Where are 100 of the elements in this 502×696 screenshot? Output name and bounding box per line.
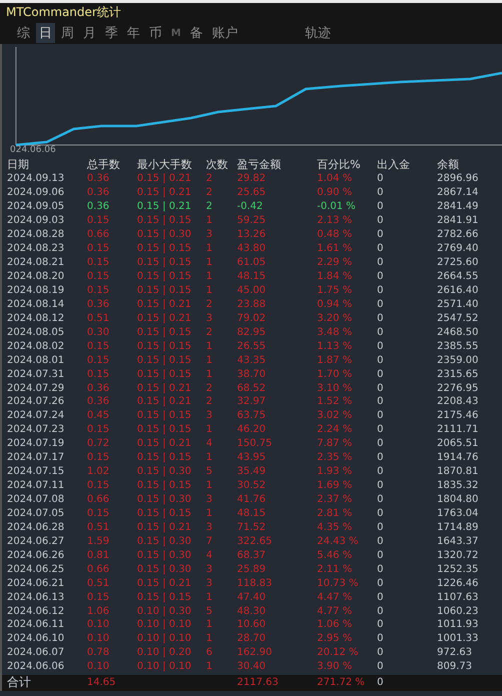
deposit-cell-text: 0 [377,354,384,367]
tab[interactable]: 季 [102,23,121,43]
date-cell-text: 2024.06.21 [7,576,66,590]
date-cell-text: 2024.06.06 [7,660,66,674]
lots-cell-text: 0.66 [87,493,110,506]
profit-cell-text: 41.76 [237,493,267,506]
lot-range-cell-text: 0.15 | 0.21 [137,437,192,450]
percent-cell-text: -0.01 % [317,200,357,214]
date-cell-text: 2024.06.10 [7,632,66,646]
lots-cell-text: 0.15 [87,284,110,297]
balance-cell-text: 1252.35 [437,562,480,576]
lots-cell-text: 0.15 [87,368,110,381]
column-header: 余额 [437,158,460,170]
percent-cell-text: 1.06 % [317,618,353,632]
percent-cell-text: 2.29 % [317,256,353,270]
deposit-cell-text: 0 [377,660,384,674]
lot-range-cell-text: 0.15 | 0.21 [137,186,192,200]
lots-cell-text: 0.36 [87,172,110,186]
deposit-cell-text: 0 [377,632,384,646]
date-cell-text: 2024.06.28 [7,520,66,534]
deposit-cell-text: 0 [377,270,384,284]
deposit-cell-text: 0 [377,437,384,450]
deposit-cell-text: 0 [377,520,384,534]
balance-cell-text: 1060.23 [437,604,480,618]
balance-cell-text: 1226.46 [437,576,480,590]
percent-cell-text: 2.11 % [317,562,353,576]
lot-range-cell-text: 0.15 | 0.15 [137,368,192,381]
percent-cell-text: 3.48 % [317,326,353,339]
balance-cell-text: 2571.40 [437,298,480,311]
lots-cell-text: 1.02 [87,465,110,478]
lots-cell-text: 0.15 [87,590,110,604]
tab[interactable]: 日 [36,23,55,43]
date-cell-text: 2024.08.14 [7,298,66,311]
tab[interactable]: 币 [146,23,165,43]
date-cell-text: 2024.07.31 [7,368,66,381]
deposit-cell-text: 0 [377,534,384,548]
profit-cell-text: 25.65 [237,186,267,200]
count-cell-text: 4 [206,548,214,562]
profit-cell-text: 43.35 [237,354,267,367]
tab[interactable]: 综 [14,23,33,43]
deposit-cell-text: 0 [377,172,384,186]
percent-cell-text: 1.75 % [317,284,353,297]
deposit-cell-text: 0 [377,604,384,618]
lot-range-cell-text: 0.15 | 0.30 [137,465,192,478]
date-cell-text: 2024.06.26 [7,548,66,562]
profit-cell-text: 322.65 [237,534,273,548]
date-cell-text: 2024.08.28 [7,228,66,242]
deposit-cell-text: 0 [377,242,384,256]
column-header: 盈亏金额 [237,158,282,170]
count-cell-text: 3 [206,562,214,576]
profit-cell-text: 43.95 [237,451,267,464]
tab[interactable]: 备 [186,23,206,43]
lot-range-cell-text: 0.15 | 0.15 [137,284,192,297]
lots-cell-text: 0.15 [87,423,110,436]
balance-cell-text: 2841.49 [437,200,480,214]
date-cell-text: 2024.09.13 [7,172,66,186]
percent-cell-text: 3.20 % [317,312,353,325]
lots-cell-text: 0.15 [87,340,110,353]
lots-cell-text: 0.81 [87,548,110,562]
profit-cell-text: 59.25 [237,214,267,228]
tab[interactable]: 轨迹 [302,23,334,43]
date-cell-text: 2024.07.08 [7,493,66,506]
count-cell-text: 6 [206,646,214,660]
count-cell-text: 5 [206,465,214,478]
lots-cell-text: 0.66 [87,228,110,242]
tab[interactable]: 年 [124,23,143,43]
percent-cell-text: 2.35 % [317,451,353,464]
tab[interactable]: 账户 [208,23,241,43]
date-cell-text: 2024.06.27 [7,534,66,548]
deposit-cell-text: 0 [377,676,384,690]
deposit-cell-text: 0 [377,312,384,325]
axis-label: 024.06.06 [10,145,56,155]
deposit-cell-text: 0 [377,228,384,242]
count-cell-text: 3 [206,576,214,590]
date-cell-text: 2024.08.01 [7,354,66,367]
balance-cell-text: 1914.76 [437,451,480,464]
count-cell-text: 3 [206,228,214,242]
percent-cell-text: 1.87 % [317,354,353,367]
balance-cell-text: 2276.95 [437,382,480,395]
balance-cell-text: 1804.80 [437,493,480,506]
deposit-cell-text: 0 [377,646,384,660]
deposit-cell-text: 0 [377,493,384,506]
profit-cell-text: 68.52 [237,382,267,395]
percent-cell-text: 4.77 % [317,604,353,618]
count-cell-text: 1 [206,214,214,228]
balance-cell-text: 2315.65 [437,368,480,381]
lot-range-cell-text: 0.15 | 0.15 [137,506,192,520]
balance-cell-text: 809.73 [437,660,473,674]
tab[interactable]: 月 [80,23,99,43]
profit-cell-text: 150.75 [237,437,273,450]
profit-cell-text: 45.00 [237,284,267,297]
percent-cell-text: 1.93 % [317,465,353,478]
balance-cell-text: 1011.93 [437,618,480,632]
profit-cell-text: 79.02 [237,312,267,325]
profit-cell-text: -0.42 [237,200,264,214]
balance-cell-text: 1835.32 [437,479,480,492]
tab[interactable]: 周 [58,23,77,43]
deposit-cell-text: 0 [377,618,384,632]
deposit-cell-text: 0 [377,465,384,478]
count-cell-text: 2 [206,382,214,395]
